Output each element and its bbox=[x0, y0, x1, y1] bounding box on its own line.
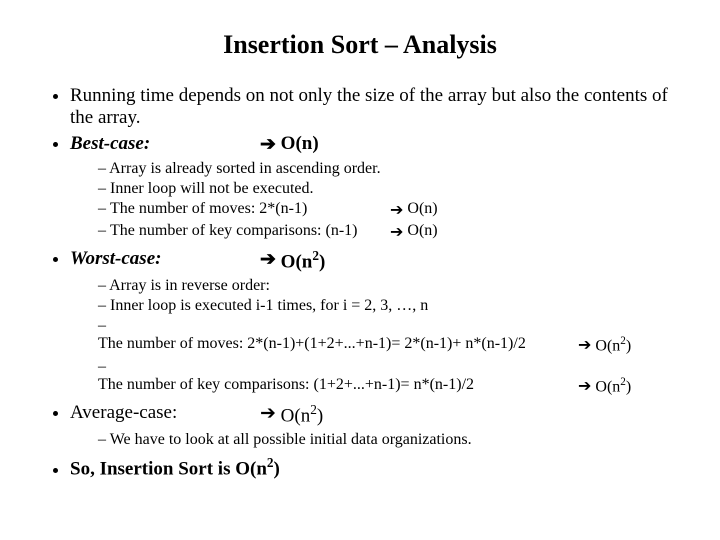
best-case-complexity: O(n) bbox=[276, 133, 319, 156]
moves-complexity: O(n2) bbox=[591, 335, 631, 355]
worst-case-label: Worst-case: bbox=[70, 248, 260, 273]
sub-item: The number of key comparisons: (1+2+...+… bbox=[98, 358, 690, 396]
bullet-list: Running time depends on not only the siz… bbox=[30, 85, 690, 156]
best-case-sublist: Array is already sorted in ascending ord… bbox=[30, 160, 690, 242]
comparisons-complexity: O(n2) bbox=[591, 376, 631, 396]
worst-case-complexity: O(n2) bbox=[276, 248, 325, 273]
sub-item: Array is already sorted in ascending ord… bbox=[98, 160, 690, 178]
slide-title: Insertion Sort – Analysis bbox=[30, 30, 690, 60]
comparisons-text: The number of key comparisons: (n-1) bbox=[110, 222, 390, 242]
sub-item: The number of moves: 2*(n-1) ➔ O(n) bbox=[98, 200, 690, 220]
bullet-running-time: Running time depends on not only the siz… bbox=[70, 85, 690, 129]
bullet-list: So, Insertion Sort is O(n2) bbox=[30, 455, 690, 480]
arrow-icon: ➔ bbox=[260, 133, 276, 156]
sub-item: The number of moves: 2*(n-1)+(1+2+...+n-… bbox=[98, 317, 690, 355]
sub-item: The number of key comparisons: (n-1) ➔ O… bbox=[98, 222, 690, 242]
sub-item: We have to look at all possible initial … bbox=[98, 431, 690, 449]
bullet-best-case: Best-case: ➔ O(n) bbox=[70, 133, 690, 156]
arrow-icon: ➔ bbox=[260, 248, 276, 273]
arrow-icon: ➔ bbox=[260, 402, 276, 427]
best-case-label: Best-case: bbox=[70, 133, 260, 156]
bullet-worst-case: Worst-case: ➔ O(n2) bbox=[70, 248, 690, 273]
average-case-label: Average-case: bbox=[70, 402, 260, 427]
arrow-icon: ➔ bbox=[390, 200, 403, 220]
moves-complexity: O(n) bbox=[403, 200, 437, 220]
moves-text: The number of moves: 2*(n-1)+(1+2+...+n-… bbox=[98, 335, 578, 355]
average-case-sublist: We have to look at all possible initial … bbox=[30, 431, 690, 449]
average-case-complexity: O(n2) bbox=[276, 402, 323, 427]
sub-item: Inner loop will not be executed. bbox=[98, 180, 690, 198]
bullet-average-case: Average-case: ➔ O(n2) bbox=[70, 402, 690, 427]
bullet-conclusion: So, Insertion Sort is O(n2) bbox=[70, 455, 690, 480]
bullet-list: Average-case: ➔ O(n2) bbox=[30, 402, 690, 427]
comparisons-complexity: O(n) bbox=[403, 222, 437, 242]
sub-item: Inner loop is executed i-1 times, for i … bbox=[98, 297, 690, 315]
sub-item: Array is in reverse order: bbox=[98, 277, 690, 295]
comparisons-text: The number of key comparisons: (1+2+...+… bbox=[98, 376, 578, 396]
arrow-icon: ➔ bbox=[578, 335, 591, 355]
worst-case-sublist: Array is in reverse order: Inner loop is… bbox=[30, 277, 690, 396]
arrow-icon: ➔ bbox=[390, 222, 403, 242]
moves-text: The number of moves: 2*(n-1) bbox=[110, 200, 390, 220]
bullet-list: Worst-case: ➔ O(n2) bbox=[30, 248, 690, 273]
arrow-icon: ➔ bbox=[578, 376, 591, 396]
